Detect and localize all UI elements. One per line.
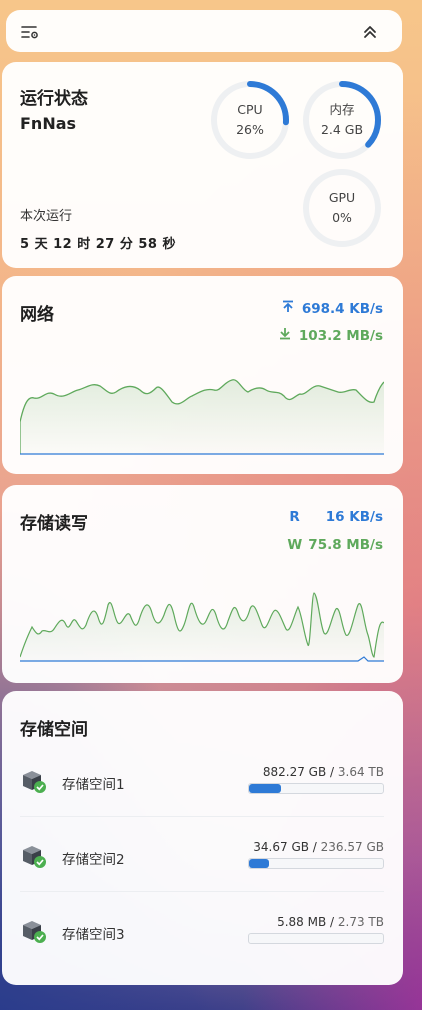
download-value: 103.2 MB/s <box>298 327 383 344</box>
memory-label: 内存 <box>329 102 355 117</box>
network-chart <box>20 379 384 455</box>
divider <box>20 816 384 817</box>
storage-usage-bar <box>248 933 384 944</box>
download-icon <box>279 327 291 344</box>
read-value: 16 KB/s <box>325 509 383 525</box>
storage-capacity: 5.88 MB / 2.73 TB <box>277 915 384 929</box>
storage-space-card: 存储空间 存储空间1 882.27 GB / 3.64 TB 存储空间2 34.… <box>2 691 403 985</box>
memory-gauge: 内存 2.4 GB <box>302 80 382 160</box>
write-rate: W 75.8 MB/s <box>287 537 383 553</box>
storage-usage-fill <box>249 784 282 793</box>
memory-value: 2.4 GB <box>320 122 364 137</box>
write-label: W <box>287 537 303 553</box>
network-card: 网络 698.4 KB/s 103.2 MB/s <box>2 276 403 474</box>
storage-total: 236.57 GB <box>320 840 384 854</box>
host-name: FnNas <box>20 114 77 133</box>
divider <box>20 891 384 892</box>
upload-value: 698.4 KB/s <box>301 300 383 317</box>
storage-name: 存储空间3 <box>62 927 125 943</box>
top-toolbar <box>6 10 402 52</box>
storage-space-title: 存储空间 <box>20 720 88 740</box>
storage-io-chart <box>20 592 384 662</box>
storage-capacity: 34.67 GB / 236.57 GB <box>253 840 384 854</box>
storage-name: 存储空间1 <box>62 777 125 793</box>
filter-settings-icon[interactable] <box>20 22 40 42</box>
storage-cube-check-icon <box>22 769 48 795</box>
storage-used: 5.88 MB <box>277 915 327 929</box>
upload-rate: 698.4 KB/s <box>282 300 383 317</box>
storage-usage-bar <box>248 783 384 794</box>
cpu-value: 26% <box>236 122 264 137</box>
uptime-value: 5 天 12 时 27 分 58 秒 <box>20 237 176 252</box>
upload-icon <box>282 300 294 317</box>
download-rate: 103.2 MB/s <box>279 327 383 344</box>
system-status-card: 运行状态 FnNas 本次运行 5 天 12 时 27 分 58 秒 CPU 2… <box>2 62 403 268</box>
storage-io-card: 存储读写 R 16 KB/s W 75.8 MB/s <box>2 485 403 683</box>
storage-total: 2.73 TB <box>337 915 384 929</box>
storage-io-title: 存储读写 <box>20 514 88 534</box>
double-chevron-up-icon[interactable] <box>360 22 380 42</box>
storage-usage-bar <box>248 858 384 869</box>
uptime-label: 本次运行 <box>20 209 73 224</box>
storage-name: 存储空间2 <box>62 852 125 868</box>
gpu-value: 0% <box>332 210 352 225</box>
write-value: 75.8 MB/s <box>308 537 383 553</box>
network-title: 网络 <box>20 305 54 325</box>
storage-cube-check-icon <box>22 844 48 870</box>
gpu-gauge: GPU 0% <box>302 168 382 248</box>
read-rate: R 16 KB/s <box>289 509 383 525</box>
storage-cube-check-icon <box>22 919 48 945</box>
status-title: 运行状态 <box>20 89 88 109</box>
storage-total: 3.64 TB <box>337 765 384 779</box>
read-label: R <box>289 509 300 525</box>
gpu-label: GPU <box>328 190 356 205</box>
storage-used: 34.67 GB <box>253 840 309 854</box>
cpu-label: CPU <box>237 102 263 117</box>
storage-capacity: 882.27 GB / 3.64 TB <box>262 765 384 779</box>
storage-item[interactable]: 存储空间3 5.88 MB / 2.73 TB <box>20 915 384 975</box>
storage-used: 882.27 GB <box>262 765 327 779</box>
cpu-gauge: CPU 26% <box>210 80 290 160</box>
storage-usage-fill <box>249 859 270 868</box>
